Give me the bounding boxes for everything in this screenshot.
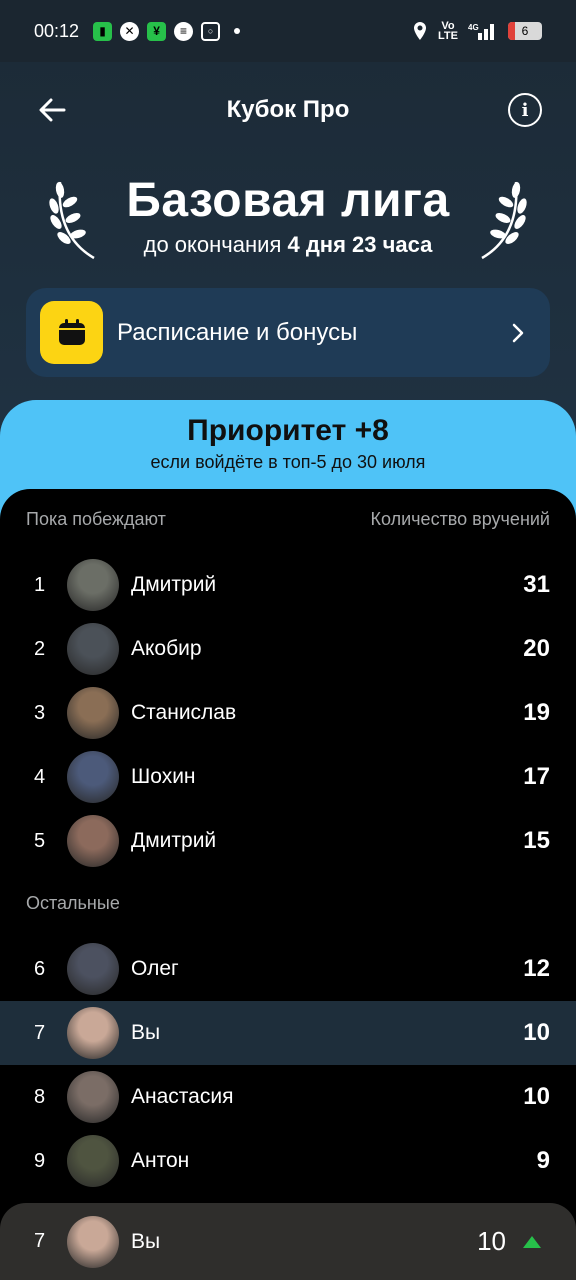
battery-icon: 6 — [508, 22, 542, 40]
leaderboard-row[interactable]: 5 Дмитрий 15 — [0, 809, 576, 873]
my-name: Вы — [131, 1229, 161, 1253]
calendar-icon — [40, 301, 103, 364]
leaderboard-row[interactable]: 2 Акобир 20 — [0, 617, 576, 681]
avatar — [67, 1007, 119, 1059]
leaderboard-row[interactable]: 1 Дмитрий 31 — [0, 553, 576, 617]
leaderboard-header: Пока побеждают Количество вручений — [26, 509, 550, 530]
location-icon — [414, 22, 427, 40]
status-time: 00:12 — [34, 20, 80, 41]
my-position-bar[interactable]: 7 Вы 10 — [0, 1203, 576, 1280]
svg-text:4G: 4G — [468, 23, 479, 32]
avatar — [67, 687, 119, 739]
more-notifications-dot — [234, 28, 241, 34]
signal-icon: 4G — [468, 23, 494, 40]
row-count: 12 — [523, 955, 550, 982]
app-header: Кубок Про i — [0, 80, 576, 140]
spotify-icon: ≡ — [174, 21, 194, 41]
row-name: Дмитрий — [131, 829, 217, 852]
others-heading: Остальные — [26, 893, 120, 913]
row-name: Акобир — [131, 637, 202, 660]
schedule-and-bonuses-button[interactable]: Расписание и бонусы — [26, 288, 550, 377]
count-heading: Количество вручений — [370, 509, 550, 529]
info-button[interactable]: i — [508, 93, 542, 127]
avatar — [67, 751, 119, 803]
league-title: Базовая лига — [126, 174, 450, 227]
row-count: 19 — [523, 699, 550, 726]
priority-title: Приоритет +8 — [187, 414, 389, 447]
row-name: Шохин — [131, 765, 196, 788]
notification-icons: ▮ ✕ ¥ ≡ ○ — [93, 21, 241, 41]
league-banner: Базовая лига до окончания 4 дня 23 часа — [0, 172, 576, 272]
chevron-right-icon — [512, 323, 524, 342]
instagram-icon: ○ — [201, 21, 221, 41]
leaderboard-row-current-user[interactable]: 7 Вы 10 — [0, 1001, 576, 1065]
leaderboard-row[interactable]: 6 Олег 12 — [0, 937, 576, 1001]
page-title: Кубок Про — [226, 96, 350, 123]
avatar — [67, 559, 119, 611]
triangle-up-icon — [523, 1235, 541, 1248]
row-count: 10 — [523, 1019, 550, 1046]
row-name: Олег — [131, 957, 179, 980]
row-count: 20 — [523, 635, 550, 662]
row-name: Вы — [131, 1021, 161, 1044]
leaderboard-row[interactable]: 9 Антон 9 — [0, 1129, 576, 1193]
row-count: 15 — [523, 827, 550, 854]
leaderboard: Пока побеждают Количество вручений 1 Дми… — [0, 489, 576, 1280]
leaderboard-row[interactable]: 8 Анастасия 10 — [0, 1065, 576, 1129]
avatar — [67, 1135, 119, 1187]
countdown-prefix: до окончания — [143, 232, 282, 257]
row-name: Антон — [131, 1149, 190, 1172]
arrow-left-icon — [39, 98, 66, 122]
row-count: 9 — [536, 1147, 550, 1174]
row-name: Станислав — [131, 701, 237, 724]
my-count: 10 — [477, 1226, 506, 1256]
status-bar: 00:12 ▮ ✕ ¥ ≡ ○ Vo LTE 4G 6 — [0, 0, 576, 62]
avatar — [67, 943, 119, 995]
row-count: 10 — [523, 1083, 550, 1110]
row-count: 17 — [523, 763, 550, 790]
app-notification-icon: ▮ — [93, 21, 113, 41]
priority-subtitle: если войдёте в топ-5 до 30 июля — [150, 452, 426, 472]
row-count: 31 — [523, 571, 550, 598]
row-name: Дмитрий — [131, 573, 217, 596]
winners-heading: Пока побеждают — [26, 509, 166, 529]
avatar — [67, 1071, 119, 1123]
avatar — [67, 623, 119, 675]
leaderboard-row[interactable]: 4 Шохин 17 — [0, 745, 576, 809]
app-notification-icon: ¥ — [147, 21, 167, 41]
avatar — [67, 815, 119, 867]
row-name: Анастасия — [131, 1085, 234, 1108]
info-icon: i — [521, 99, 529, 121]
countdown-value: 4 дня 23 часа — [287, 232, 433, 257]
avatar — [67, 1215, 119, 1268]
back-button[interactable] — [32, 92, 72, 128]
volte-icon: Vo LTE — [438, 20, 458, 42]
app-notification-icon: ✕ — [120, 21, 140, 41]
schedule-label: Расписание и бонусы — [117, 318, 358, 346]
leaderboard-row[interactable]: 3 Станислав 19 — [0, 681, 576, 745]
league-countdown: до окончания 4 дня 23 часа — [0, 232, 576, 258]
system-icons: Vo LTE 4G 6 — [412, 20, 542, 42]
